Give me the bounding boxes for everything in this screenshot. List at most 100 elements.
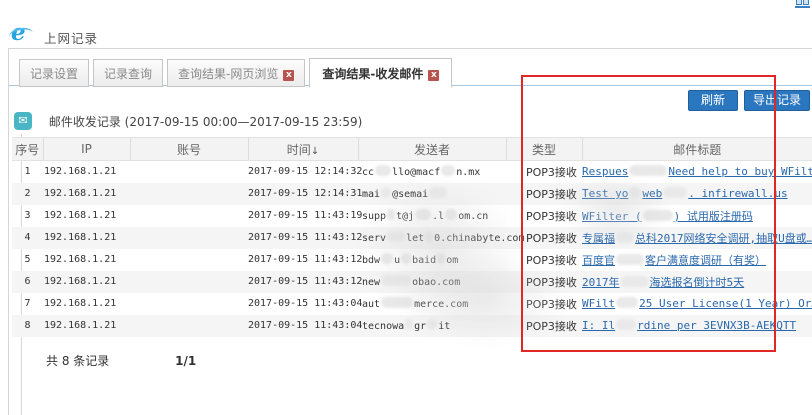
redacted-text: [621, 276, 649, 287]
cell-ip: 192.168.1.21: [43, 271, 130, 293]
cell-ip: 192.168.1.21: [43, 315, 130, 337]
cell-type: POP3接收: [506, 161, 582, 183]
sort-desc-icon: ↓: [311, 146, 319, 157]
redacted-text: [616, 319, 636, 330]
redacted-text: [401, 253, 411, 264]
redacted-text: [375, 165, 391, 176]
titlebar: e 上网记录: [0, 0, 812, 48]
redacted-text: [643, 210, 673, 221]
tab-strip: 记录设置 记录查询 查询结果-网页浏览 x 查询结果-收发邮件 x: [9, 49, 812, 86]
table-row: 6192.168.1.212017-09-15 11:43:12newobao.…: [12, 271, 812, 293]
mail-title-link[interactable]: RespuesNeed help to buy WFilt…: [582, 165, 812, 178]
cell-no: 2: [12, 183, 43, 205]
cell-type: POP3接收: [506, 249, 582, 271]
tab-close-icon[interactable]: x: [283, 70, 294, 81]
cell-account: [130, 315, 248, 337]
column-header-title: 邮件标题: [582, 138, 812, 161]
redacted-text: [629, 165, 667, 176]
page-indicator: 1/1: [175, 354, 196, 368]
redacted-text: [415, 209, 431, 220]
cell-time: 2017-09-15 12:14:32: [248, 161, 358, 183]
cell-ip: 192.168.1.21: [43, 293, 130, 315]
tab-3[interactable]: 查询结果-收发邮件 x: [309, 58, 452, 88]
tab-2[interactable]: 查询结果-网页浏览 x: [167, 59, 305, 87]
table-header-row: 序号IP账号时间↓发送者类型邮件标题: [12, 138, 812, 161]
table-row: 4192.168.1.212017-09-15 11:43:12servlet0…: [12, 227, 812, 249]
record-title: 邮件收发记录 (2017-09-15 00:00—2017-09-15 23:5…: [49, 115, 362, 129]
cell-time: 2017-09-15 11:43:19: [248, 205, 358, 227]
cell-type: POP3接收: [506, 271, 582, 293]
cell-no: 1: [12, 161, 43, 183]
table-row: 3192.168.1.212017-09-15 11:43:19suppt@j.…: [12, 205, 812, 227]
table-row: 1192.168.1.212017-09-15 12:14:32ccllo@ma…: [12, 161, 812, 183]
redacted-text: [405, 319, 413, 330]
redacted-text: [381, 275, 411, 286]
clipped-corner-icon-part: [803, 0, 809, 5]
mail-title-link[interactable]: 百度官客户满意度调研（有奖）: [582, 254, 766, 267]
mail-title-link[interactable]: 2017年海选报名倒计时5天: [582, 276, 744, 289]
mail-icon: ✉: [14, 112, 32, 130]
page-title: 上网记录: [44, 28, 98, 47]
cell-account: [130, 205, 248, 227]
cell-sender: autmerce.com: [358, 293, 506, 315]
redacted-text: [629, 187, 641, 198]
tab-1[interactable]: 记录查询: [93, 59, 163, 87]
column-header-time[interactable]: 时间↓: [248, 138, 358, 161]
clipped-corner-icon-part: [796, 0, 802, 5]
column-header-type: 类型: [506, 138, 582, 161]
cell-ip: 192.168.1.21: [43, 249, 130, 271]
cell-title: WFilter () 试用版注册码: [582, 205, 812, 227]
cell-sender: newobao.com: [358, 271, 506, 293]
redacted-text: [427, 319, 437, 330]
cell-time: 2017-09-15 11:43:12: [248, 249, 358, 271]
cell-type: POP3接收: [506, 293, 582, 315]
redacted-text: [616, 232, 634, 243]
cell-account: [130, 161, 248, 183]
record-count: 共 8 条记录: [46, 354, 109, 368]
redacted-text: [387, 231, 405, 242]
clipped-corner-icon: [795, 0, 811, 9]
table-row: 5192.168.1.212017-09-15 11:43:12bdwubaid…: [12, 249, 812, 271]
redacted-text: [616, 297, 638, 308]
cell-title: Test yoweb. infirewall.us: [582, 183, 812, 205]
tab-0[interactable]: 记录设置: [19, 59, 89, 87]
tab-close-icon[interactable]: x: [428, 70, 439, 81]
table-footer: 共 8 条记录 1/1: [46, 352, 196, 369]
redacted-text: [437, 253, 445, 264]
cell-account: [130, 271, 248, 293]
cell-sender: tecnowagrit: [358, 315, 506, 337]
redacted-text: [663, 187, 687, 198]
tab-label: 记录设置: [30, 67, 78, 81]
cell-sender: ccllo@macfn.mx: [358, 161, 506, 183]
tab-label: 查询结果-收发邮件: [322, 67, 423, 81]
redacted-text: [429, 187, 447, 198]
refresh-button[interactable]: 刷新: [688, 90, 738, 111]
clipped-corner-icon-part: [795, 6, 810, 8]
cell-time: 2017-09-15 12:14:31: [248, 183, 358, 205]
cell-title: WFilt25 User License(1 Year) Or…: [582, 293, 812, 315]
mail-title-link[interactable]: I: Ilrdine per 3EVNX3B-AEKQTT: [582, 319, 796, 332]
redacted-text: [381, 297, 413, 308]
column-header-sender: 发送者: [358, 138, 506, 161]
cell-ip: 192.168.1.21: [43, 183, 130, 205]
cell-time: 2017-09-15 11:43:04: [248, 293, 358, 315]
cell-ip: 192.168.1.21: [43, 227, 130, 249]
mail-title-link[interactable]: 专属福总科2017网络安全调研,抽取U盘或…: [582, 232, 812, 245]
cell-title: I: Ilrdine per 3EVNX3B-AEKQTT: [582, 315, 812, 337]
tab-label: 记录查询: [104, 67, 152, 81]
cell-no: 8: [12, 315, 43, 337]
cell-no: 4: [12, 227, 43, 249]
redacted-text: [616, 254, 644, 265]
cell-account: [130, 183, 248, 205]
cell-time: 2017-09-15 11:43:12: [248, 271, 358, 293]
table-row: 8192.168.1.212017-09-15 11:43:04tecnowag…: [12, 315, 812, 337]
mail-title-link[interactable]: WFilter () 试用版注册码: [582, 210, 753, 223]
tab-label: 查询结果-网页浏览: [178, 67, 278, 81]
cell-no: 5: [12, 249, 43, 271]
mail-title-link[interactable]: WFilt25 User License(1 Year) Or…: [582, 297, 812, 310]
export-records-button[interactable]: 导出记录: [744, 90, 810, 111]
redacted-text: [425, 231, 433, 242]
cell-sender: mai@semai: [358, 183, 506, 205]
mail-title-link[interactable]: Test yoweb. infirewall.us: [582, 187, 788, 200]
cell-sender: servlet0.chinabyte.com: [358, 227, 506, 249]
